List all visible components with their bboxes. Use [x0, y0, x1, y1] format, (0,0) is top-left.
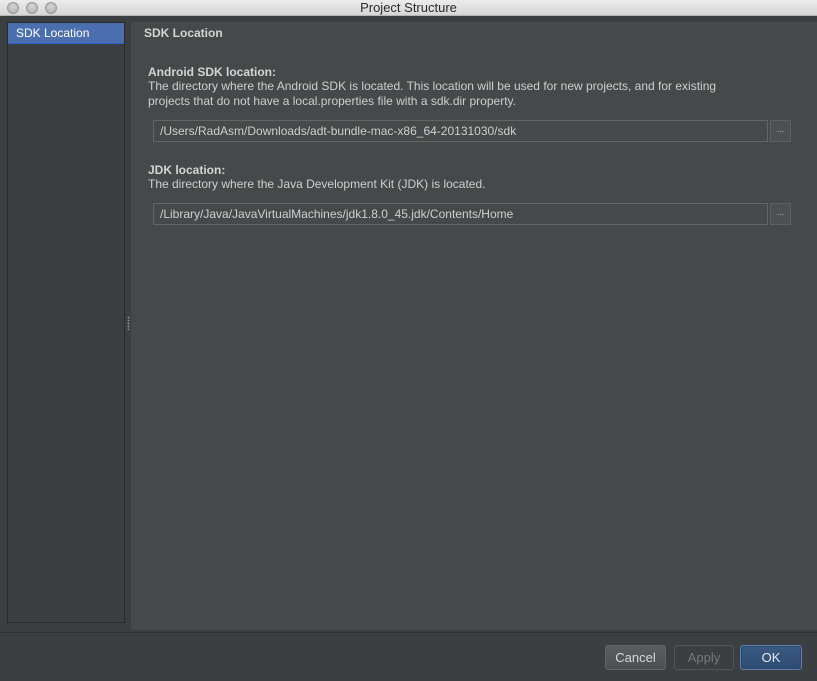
android-sdk-browse-button[interactable]: ... — [770, 120, 791, 142]
apply-button[interactable]: Apply — [674, 645, 734, 670]
window-titlebar: Project Structure — [0, 0, 817, 16]
ok-button[interactable]: OK — [740, 645, 802, 670]
jdk-path-field[interactable]: /Library/Java/JavaVirtualMachines/jdk1.8… — [153, 203, 768, 225]
section-title: SDK Location — [144, 26, 223, 40]
jdk-title: JDK location: — [148, 163, 226, 177]
android-sdk-path-field[interactable]: /Users/RadAsm/Downloads/adt-bundle-mac-x… — [153, 120, 768, 142]
sidebar: SDK Location — [7, 22, 125, 623]
window-title: Project Structure — [360, 0, 457, 15]
jdk-description: The directory where the Java Development… — [148, 177, 486, 191]
android-sdk-description-line1: The directory where the Android SDK is l… — [148, 79, 717, 93]
cancel-button[interactable]: Cancel — [605, 645, 666, 670]
jdk-browse-button[interactable]: ... — [770, 203, 791, 225]
splitter-handle[interactable] — [127, 316, 130, 330]
android-sdk-title: Android SDK location: — [148, 65, 276, 79]
sidebar-item-sdk-location[interactable]: SDK Location — [8, 23, 124, 44]
footer-divider — [0, 632, 817, 633]
main-panel: SDK Location Android SDK location: The d… — [131, 22, 817, 630]
android-sdk-description-line2: projects that do not have a local.proper… — [148, 94, 516, 108]
